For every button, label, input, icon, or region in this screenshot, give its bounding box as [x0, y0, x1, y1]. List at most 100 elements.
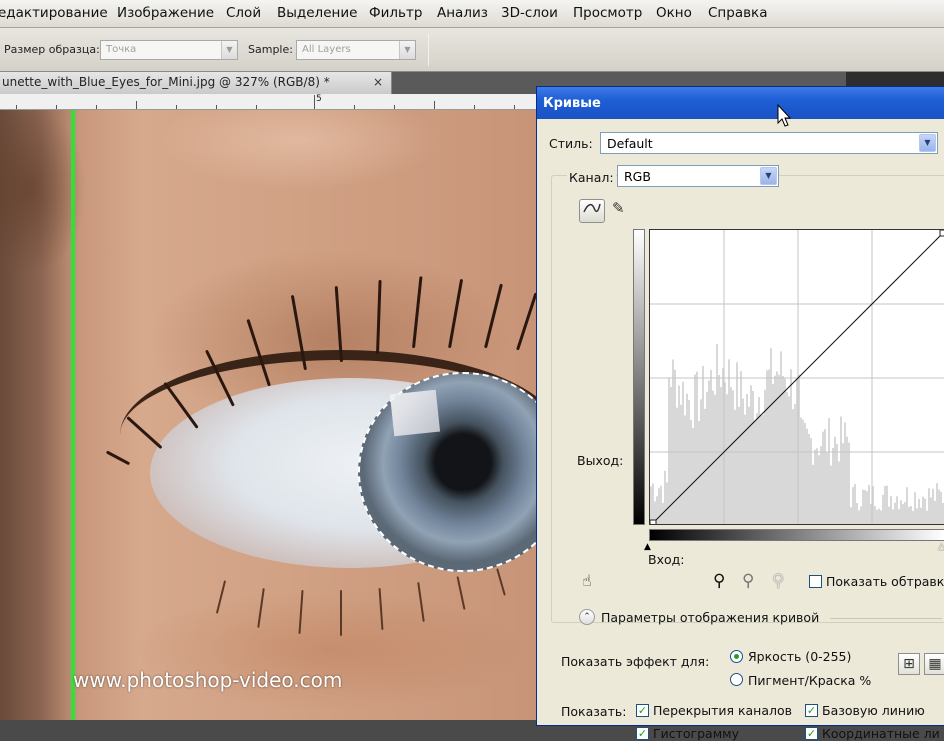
horizontal-ruler[interactable]: 5 — [0, 94, 540, 110]
channel-value: RGB — [624, 169, 651, 184]
histogram-bar — [790, 369, 792, 524]
white-point-slider[interactable]: △ — [938, 543, 944, 552]
ruler-tick — [474, 105, 475, 109]
histogram-bar — [730, 387, 732, 524]
histogram-bar — [692, 427, 694, 524]
hand-adjust-icon[interactable]: ☝ — [582, 573, 592, 589]
curves-dialog-title[interactable]: Кривые — [537, 87, 944, 119]
mouse-cursor-icon — [777, 104, 792, 127]
chevron-down-icon: ▼ — [919, 134, 936, 152]
style-label: Стиль: — [549, 136, 593, 151]
histogram-bar — [816, 448, 818, 524]
menu-analysis[interactable]: Анализ — [437, 5, 488, 21]
show-clipping-checkbox[interactable] — [809, 575, 822, 588]
intersection-line-label: Координатные ли — [822, 726, 940, 741]
close-icon[interactable]: × — [373, 75, 383, 89]
guide-line[interactable] — [71, 110, 75, 720]
sample-label: Sample: — [248, 43, 293, 56]
curves-dialog: Кривые Стиль: Default ▼ Канал: RGB ▼ ✎ ▲… — [536, 86, 944, 741]
simple-grid-button[interactable]: ⊞ — [898, 653, 920, 675]
ruler-tick — [216, 105, 217, 109]
histogram-bar — [880, 510, 882, 524]
channel-select[interactable]: RGB ▼ — [617, 165, 779, 187]
histogram-bar — [734, 409, 736, 524]
options-divider — [428, 34, 429, 66]
menu-help[interactable]: Справка — [708, 5, 767, 21]
histogram-bar — [742, 398, 744, 524]
histogram-bar — [680, 404, 682, 524]
histogram-bar — [858, 510, 860, 524]
channel-overlays-checkbox[interactable]: ✓ — [636, 704, 649, 717]
baseline-checkbox[interactable]: ✓ — [805, 704, 818, 717]
histogram-bar — [824, 429, 826, 524]
histogram-bar — [840, 416, 842, 524]
gray-eyedropper-icon[interactable]: ⚲ — [742, 573, 754, 590]
curve-point-tool-button[interactable] — [579, 199, 605, 223]
histogram-bar — [926, 510, 928, 524]
histogram-bar — [810, 438, 812, 524]
curve-control-point[interactable] — [650, 519, 657, 525]
pigment-label: Пигмент/Краска % — [748, 673, 872, 688]
histogram-bar — [774, 375, 776, 524]
menu-window[interactable]: Окно — [656, 5, 692, 21]
brightness-radio[interactable] — [730, 650, 743, 663]
histogram-bar — [694, 374, 696, 524]
lower-eyelash — [340, 590, 342, 636]
histogram-bar — [876, 509, 878, 524]
style-select[interactable]: Default ▼ — [600, 132, 938, 154]
intersection-line-checkbox[interactable]: ✓ — [805, 727, 818, 740]
document-tab[interactable]: unette_with_Blue_Eyes_for_Mini.jpg @ 327… — [0, 72, 392, 94]
histogram-bar — [696, 371, 698, 524]
black-eyedropper-icon[interactable]: ⚲ — [713, 573, 725, 590]
black-point-slider[interactable]: ▲ — [644, 543, 651, 552]
style-value: Default — [607, 136, 653, 151]
histogram-bar — [754, 420, 756, 524]
menu-select[interactable]: Выделение — [277, 5, 357, 21]
histogram-bar — [908, 506, 910, 524]
histogram-bar — [756, 413, 758, 524]
histogram-bar — [738, 406, 740, 524]
histogram-bar — [812, 464, 814, 524]
menu-filter[interactable]: Фильтр — [369, 5, 422, 21]
expand-display-options-button[interactable]: ⌃ — [579, 609, 595, 625]
histogram-bar — [886, 485, 888, 524]
menu-edit[interactable]: едактирование — [0, 5, 108, 21]
ruler-tick — [176, 105, 177, 109]
histogram-bar — [806, 428, 808, 524]
histogram-bar — [786, 391, 788, 524]
histogram-bar — [856, 503, 858, 524]
menu-bar: едактирование Изображение Слой Выделение… — [0, 0, 944, 28]
histogram-bar — [868, 484, 870, 524]
chevron-up-icon: ⌃ — [583, 612, 591, 622]
sample-select[interactable]: All Layers ▼ — [296, 40, 416, 60]
white-eyedropper-icon[interactable]: ⚲ — [772, 573, 784, 590]
menu-3d[interactable]: 3D-слои — [501, 5, 558, 21]
pencil-icon[interactable]: ✎ — [612, 201, 625, 216]
histogram-bar — [804, 422, 806, 524]
options-bar: Размер образца: Точка ▼ Sample: All Laye… — [0, 28, 944, 72]
sample-size-select[interactable]: Точка ▼ — [100, 40, 238, 60]
histogram-bar — [820, 446, 822, 524]
histogram-bar — [762, 414, 764, 524]
menu-layer[interactable]: Слой — [226, 5, 261, 21]
curves-dialog-body: Стиль: Default ▼ Канал: RGB ▼ ✎ ▲ △ Выхо… — [537, 119, 944, 741]
curve-control-point[interactable] — [939, 230, 944, 237]
detailed-grid-button[interactable]: ▦ — [924, 653, 944, 675]
image-canvas[interactable] — [0, 110, 540, 720]
histogram-bar — [698, 420, 700, 524]
curve-icon — [583, 203, 601, 213]
pigment-radio[interactable] — [730, 673, 743, 686]
histogram-bar — [902, 504, 904, 524]
histogram-bar — [940, 491, 942, 524]
menu-image[interactable]: Изображение — [117, 5, 214, 21]
histogram-checkbox[interactable]: ✓ — [636, 727, 649, 740]
curves-graph[interactable] — [649, 229, 944, 525]
histogram-bar — [718, 374, 720, 524]
histogram-bar — [842, 443, 844, 524]
ruler-tick — [354, 105, 355, 109]
histogram-bar — [716, 343, 718, 524]
histogram-bar — [746, 394, 748, 524]
histogram-bar — [710, 370, 712, 524]
menu-view[interactable]: Просмотр — [573, 5, 642, 21]
histogram-bar — [732, 390, 734, 524]
